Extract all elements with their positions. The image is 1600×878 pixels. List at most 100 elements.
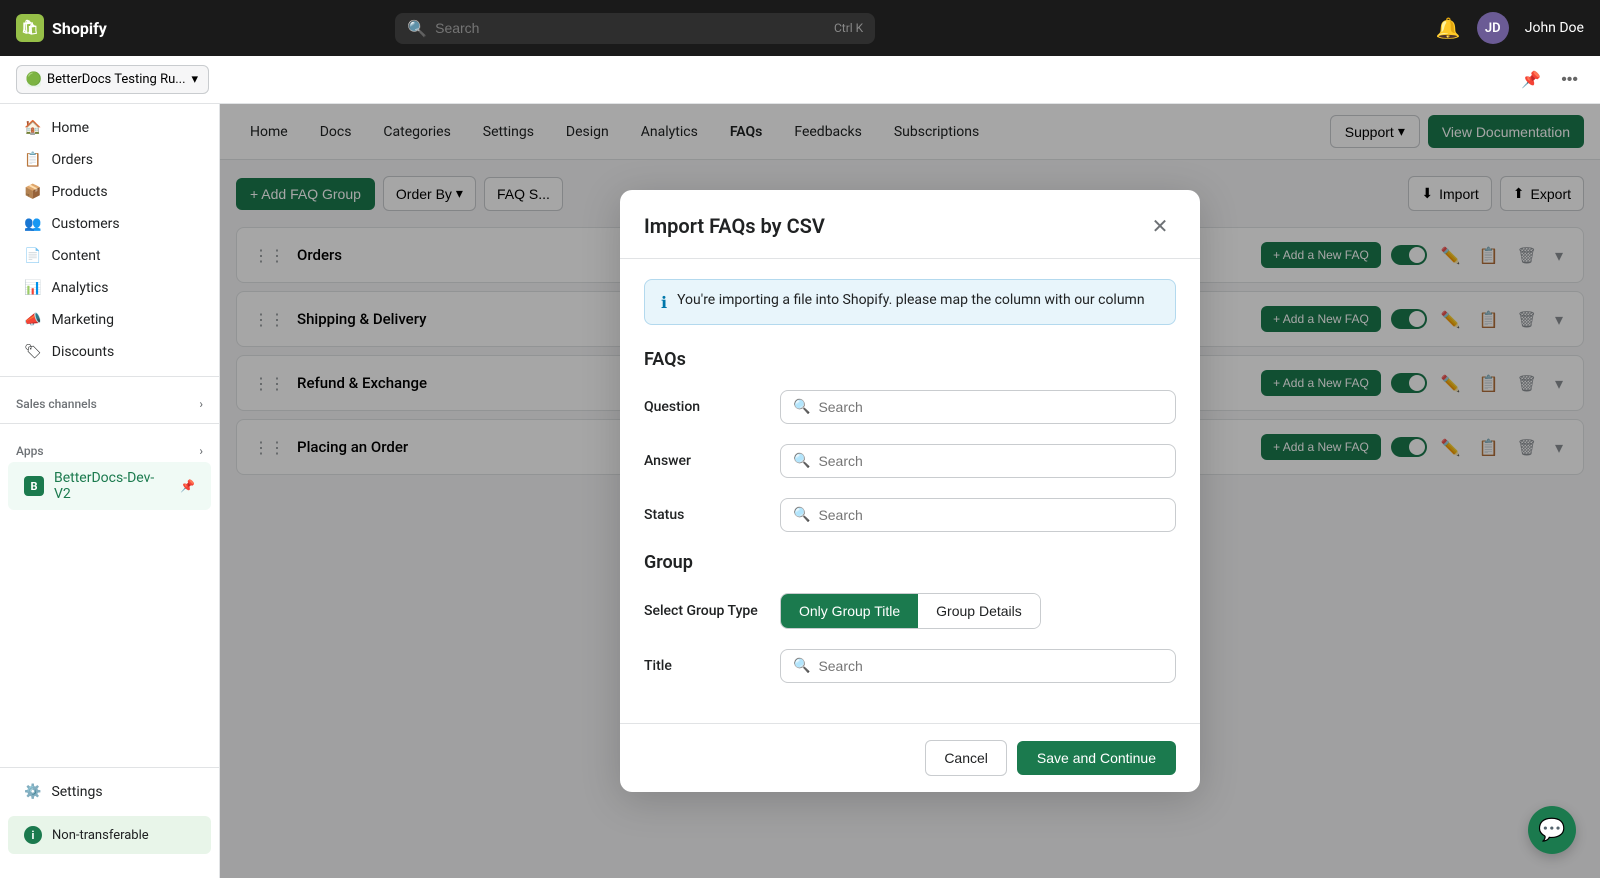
status-field[interactable]: 🔍 — [780, 498, 1176, 532]
answer-search-icon: 🔍 — [793, 453, 810, 469]
non-transferable-banner: i Non-transferable — [8, 816, 211, 854]
main-layout: 🏠 Home 📋 Orders 📦 Products 👥 Customers 📄… — [0, 104, 1600, 878]
non-transferable-label: Non-transferable — [52, 828, 149, 843]
discounts-icon: 🏷 — [24, 344, 42, 360]
store-name: BetterDocs Testing Ru... — [47, 72, 186, 87]
title-field[interactable]: 🔍 — [780, 649, 1176, 683]
sidebar-divider-1 — [0, 376, 219, 377]
sidebar-label-settings: Settings — [51, 784, 102, 800]
search-input[interactable] — [435, 20, 826, 36]
store-pin-button[interactable]: 📌 — [1515, 64, 1547, 96]
sidebar-item-customers[interactable]: 👥 Customers — [8, 208, 211, 240]
notifications-icon[interactable]: 🔔 — [1436, 16, 1461, 40]
store-bar: 🟢 BetterDocs Testing Ru... ▾ 📌 ••• — [0, 56, 1600, 104]
orders-icon: 📋 — [24, 152, 41, 168]
store-selector[interactable]: 🟢 BetterDocs Testing Ru... ▾ — [16, 65, 209, 94]
answer-input[interactable] — [818, 453, 1163, 469]
info-icon: i — [24, 826, 42, 844]
modal-footer: Cancel Save and Continue — [620, 723, 1200, 792]
question-label: Question — [644, 399, 764, 415]
store-more-button[interactable]: ••• — [1555, 64, 1584, 96]
question-search-icon: 🔍 — [793, 399, 810, 415]
top-right-actions: 🔔 JD John Doe — [1436, 12, 1584, 44]
marketing-icon: 📣 — [24, 312, 41, 328]
sales-channels-chevron: › — [199, 397, 203, 411]
betterdocs-app-icon: B — [24, 476, 44, 496]
sidebar-label-betterdocs: BetterDocs-Dev-V2 — [54, 470, 170, 502]
sidebar-item-orders[interactable]: 📋 Orders — [8, 144, 211, 176]
chat-bubble-button[interactable]: 💬 — [1528, 806, 1576, 854]
content-icon: 📄 — [24, 248, 41, 264]
store-dot-icon: 🟢 — [27, 73, 41, 87]
sidebar-label-content: Content — [51, 248, 100, 264]
answer-row: Answer 🔍 — [644, 444, 1176, 478]
question-input[interactable] — [818, 399, 1163, 415]
group-type-group-details-button[interactable]: Group Details — [918, 594, 1040, 628]
status-input[interactable] — [818, 507, 1163, 523]
sidebar: 🏠 Home 📋 Orders 📦 Products 👥 Customers 📄… — [0, 104, 220, 878]
sidebar-item-betterdocs[interactable]: B BetterDocs-Dev-V2 📌 — [8, 462, 211, 510]
import-csv-modal: Import FAQs by CSV ✕ ℹ You're importing … — [620, 190, 1200, 792]
modal-header: Import FAQs by CSV ✕ — [620, 190, 1200, 259]
save-and-continue-button[interactable]: Save and Continue — [1017, 741, 1176, 775]
home-icon: 🏠 — [24, 120, 41, 136]
username: John Doe — [1525, 20, 1584, 36]
answer-field[interactable]: 🔍 — [780, 444, 1176, 478]
sidebar-divider-2 — [0, 423, 219, 424]
group-type-row: Select Group Type Only Group Title Group… — [644, 593, 1176, 629]
cancel-button[interactable]: Cancel — [925, 740, 1007, 776]
apps-label: Apps — [16, 444, 44, 458]
search-shortcut: Ctrl K — [834, 21, 863, 35]
status-search-icon: 🔍 — [793, 507, 810, 523]
group-section-title: Group — [644, 552, 1176, 573]
modal-body: ℹ You're importing a file into Shopify. … — [620, 259, 1200, 723]
sidebar-item-discounts[interactable]: 🏷 Discounts — [8, 336, 211, 368]
info-banner: ℹ You're importing a file into Shopify. … — [644, 279, 1176, 325]
sidebar-label-home: Home — [51, 120, 89, 136]
sidebar-label-discounts: Discounts — [52, 344, 114, 360]
search-icon: 🔍 — [407, 19, 427, 38]
apps-chevron: › — [199, 444, 203, 458]
info-banner-text: You're importing a file into Shopify. pl… — [677, 292, 1144, 308]
title-input[interactable] — [818, 658, 1163, 674]
title-search-icon: 🔍 — [793, 658, 810, 674]
sidebar-item-analytics[interactable]: 📊 Analytics — [8, 272, 211, 304]
sidebar-label-marketing: Marketing — [51, 312, 114, 328]
sidebar-item-products[interactable]: 📦 Products — [8, 176, 211, 208]
chat-icon: 💬 — [1538, 818, 1565, 843]
modal-close-button[interactable]: ✕ — [1144, 210, 1176, 242]
sidebar-bottom: ⚙️ Settings i Non-transferable — [0, 767, 219, 870]
faqs-section-title: FAQs — [644, 349, 1176, 370]
shopify-bag-icon: 🛍 — [16, 14, 44, 42]
select-group-type-label: Select Group Type — [644, 603, 764, 619]
answer-label: Answer — [644, 453, 764, 469]
store-chevron: ▾ — [192, 72, 199, 87]
question-row: Question 🔍 — [644, 390, 1176, 424]
settings-icon: ⚙️ — [24, 784, 41, 800]
sidebar-label-customers: Customers — [51, 216, 119, 232]
title-row: Title 🔍 — [644, 649, 1176, 683]
question-field[interactable]: 🔍 — [780, 390, 1176, 424]
sidebar-item-marketing[interactable]: 📣 Marketing — [8, 304, 211, 336]
apps-section: Apps › — [0, 432, 219, 462]
group-type-only-title-button[interactable]: Only Group Title — [781, 594, 918, 628]
sidebar-label-products: Products — [51, 184, 107, 200]
content-area: Home Docs Categories Settings Design Ana… — [220, 104, 1600, 878]
modal-title: Import FAQs by CSV — [644, 214, 825, 238]
top-bar: 🛍 Shopify 🔍 Ctrl K 🔔 JD John Doe — [0, 0, 1600, 56]
sidebar-item-content[interactable]: 📄 Content — [8, 240, 211, 272]
sales-channels-label: Sales channels — [16, 397, 97, 411]
sidebar-item-settings[interactable]: ⚙️ Settings — [8, 776, 211, 808]
pin-icon: 📌 — [180, 479, 195, 493]
sidebar-item-home[interactable]: 🏠 Home — [8, 112, 211, 144]
group-type-buttons: Only Group Title Group Details — [780, 593, 1041, 629]
avatar: JD — [1477, 12, 1509, 44]
sales-channels-section: Sales channels › — [0, 385, 219, 415]
global-search[interactable]: 🔍 Ctrl K — [395, 13, 875, 44]
customers-icon: 👥 — [24, 216, 41, 232]
modal-overlay: Import FAQs by CSV ✕ ℹ You're importing … — [220, 104, 1600, 878]
analytics-icon: 📊 — [24, 280, 41, 296]
shopify-logo: 🛍 Shopify — [16, 14, 107, 42]
sidebar-label-analytics: Analytics — [51, 280, 108, 296]
title-label: Title — [644, 658, 764, 674]
